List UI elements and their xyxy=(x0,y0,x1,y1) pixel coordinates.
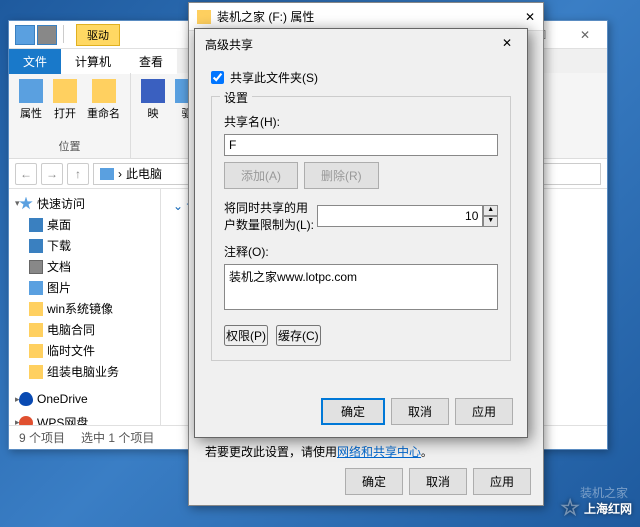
spinner-up-icon[interactable]: ▲ xyxy=(483,205,498,216)
nav-downloads[interactable]: 下载 xyxy=(11,235,158,256)
ribbon-properties[interactable]: 属性 xyxy=(17,77,45,136)
props-ok-button[interactable]: 确定 xyxy=(345,468,403,495)
promo-badge[interactable]: 驱动 xyxy=(76,24,120,46)
nav-up[interactable]: ↑ xyxy=(67,163,89,185)
sharename-input[interactable] xyxy=(224,134,498,156)
ribbon-open[interactable]: 打开 xyxy=(51,77,79,136)
star-icon: ☆ xyxy=(560,495,580,521)
settings-legend: 设置 xyxy=(220,89,252,106)
spinner-down-icon[interactable]: ▼ xyxy=(483,216,498,227)
add-button[interactable]: 添加(A) xyxy=(224,162,298,189)
tab-view[interactable]: 查看 xyxy=(125,49,177,74)
watermark: ☆ 上海红网 xyxy=(560,495,632,521)
ribbon-rename[interactable]: 重命名 xyxy=(85,77,122,136)
qat-icon[interactable] xyxy=(37,25,57,45)
settings-fieldset: 设置 共享名(H): 添加(A) 删除(R) 将同时共享的用户数量限制为(L):… xyxy=(211,96,511,361)
remove-button[interactable]: 删除(R) xyxy=(304,162,379,189)
advanced-sharing-dialog: 高级共享 ✕ 共享此文件夹(S) 设置 共享名(H): 添加(A) 删除(R) … xyxy=(194,28,528,438)
props-apply-button[interactable]: 应用 xyxy=(473,468,531,495)
nav-pictures[interactable]: 图片 xyxy=(11,277,158,298)
system-icon[interactable] xyxy=(15,25,35,45)
tab-file[interactable]: 文件 xyxy=(9,49,61,74)
permissions-button[interactable]: 权限(P) xyxy=(224,325,268,346)
share-folder-checkbox[interactable] xyxy=(211,71,224,84)
adv-title-text: 高级共享 xyxy=(205,36,497,53)
network-center-link[interactable]: 网络和共享中心 xyxy=(337,445,421,459)
tab-computer[interactable]: 计算机 xyxy=(61,49,125,74)
comment-label: 注释(O): xyxy=(224,243,498,260)
cache-button[interactable]: 缓存(C) xyxy=(276,325,321,346)
nav-back[interactable]: ← xyxy=(15,163,37,185)
ribbon-media[interactable]: 映 xyxy=(139,77,167,154)
props-cancel-button[interactable]: 取消 xyxy=(409,468,467,495)
nav-folder-4[interactable]: 组装电脑业务 xyxy=(11,361,158,382)
status-selected: 选中 1 个项目 xyxy=(81,429,154,446)
drive-icon xyxy=(197,10,211,24)
close-button[interactable]: ✕ xyxy=(563,21,607,49)
sharename-label: 共享名(H): xyxy=(224,113,498,130)
nav-quick-access[interactable]: ▾快速访问 xyxy=(11,193,158,214)
nav-onedrive[interactable]: ▸OneDrive xyxy=(11,390,158,408)
nav-documents[interactable]: 文档 xyxy=(11,256,158,277)
nav-wps[interactable]: ▸WPS网盘 xyxy=(11,412,158,425)
adv-titlebar[interactable]: 高级共享 ✕ xyxy=(195,29,527,59)
nav-folder-2[interactable]: 电脑合同 xyxy=(11,319,158,340)
properties-title-text: 装机之家 (F:) 属性 xyxy=(217,8,525,25)
nav-folder-1[interactable]: win系统镜像 xyxy=(11,298,158,319)
nav-folder-3[interactable]: 临时文件 xyxy=(11,340,158,361)
properties-titlebar[interactable]: 装机之家 (F:) 属性 ✕ xyxy=(189,3,543,31)
adv-ok-button[interactable]: 确定 xyxy=(321,398,385,425)
comment-textarea[interactable]: 装机之家www.lotpc.com xyxy=(224,264,498,310)
ribbon-group-label: 位置 xyxy=(17,136,122,154)
nav-desktop[interactable]: 桌面 xyxy=(11,214,158,235)
nav-pane: ▾快速访问 桌面 下载 文档 图片 win系统镜像 电脑合同 临时文件 组装电脑… xyxy=(9,189,161,425)
pc-icon xyxy=(100,168,114,180)
share-folder-checkbox-label[interactable]: 共享此文件夹(S) xyxy=(211,69,511,86)
breadcrumb[interactable]: 此电脑 xyxy=(126,165,162,182)
status-count: 9 个项目 xyxy=(19,429,65,446)
limit-input[interactable] xyxy=(317,205,483,227)
adv-close-icon[interactable]: ✕ xyxy=(497,34,517,54)
properties-close-icon[interactable]: ✕ xyxy=(525,10,535,24)
properties-note: 若要更改此设置，请使用网络和共享中心。 xyxy=(205,443,527,460)
nav-fwd[interactable]: → xyxy=(41,163,63,185)
limit-spinner[interactable]: ▲ ▼ xyxy=(317,205,498,227)
limit-label: 将同时共享的用户数量限制为(L): xyxy=(224,199,317,233)
adv-cancel-button[interactable]: 取消 xyxy=(391,398,449,425)
adv-apply-button[interactable]: 应用 xyxy=(455,398,513,425)
